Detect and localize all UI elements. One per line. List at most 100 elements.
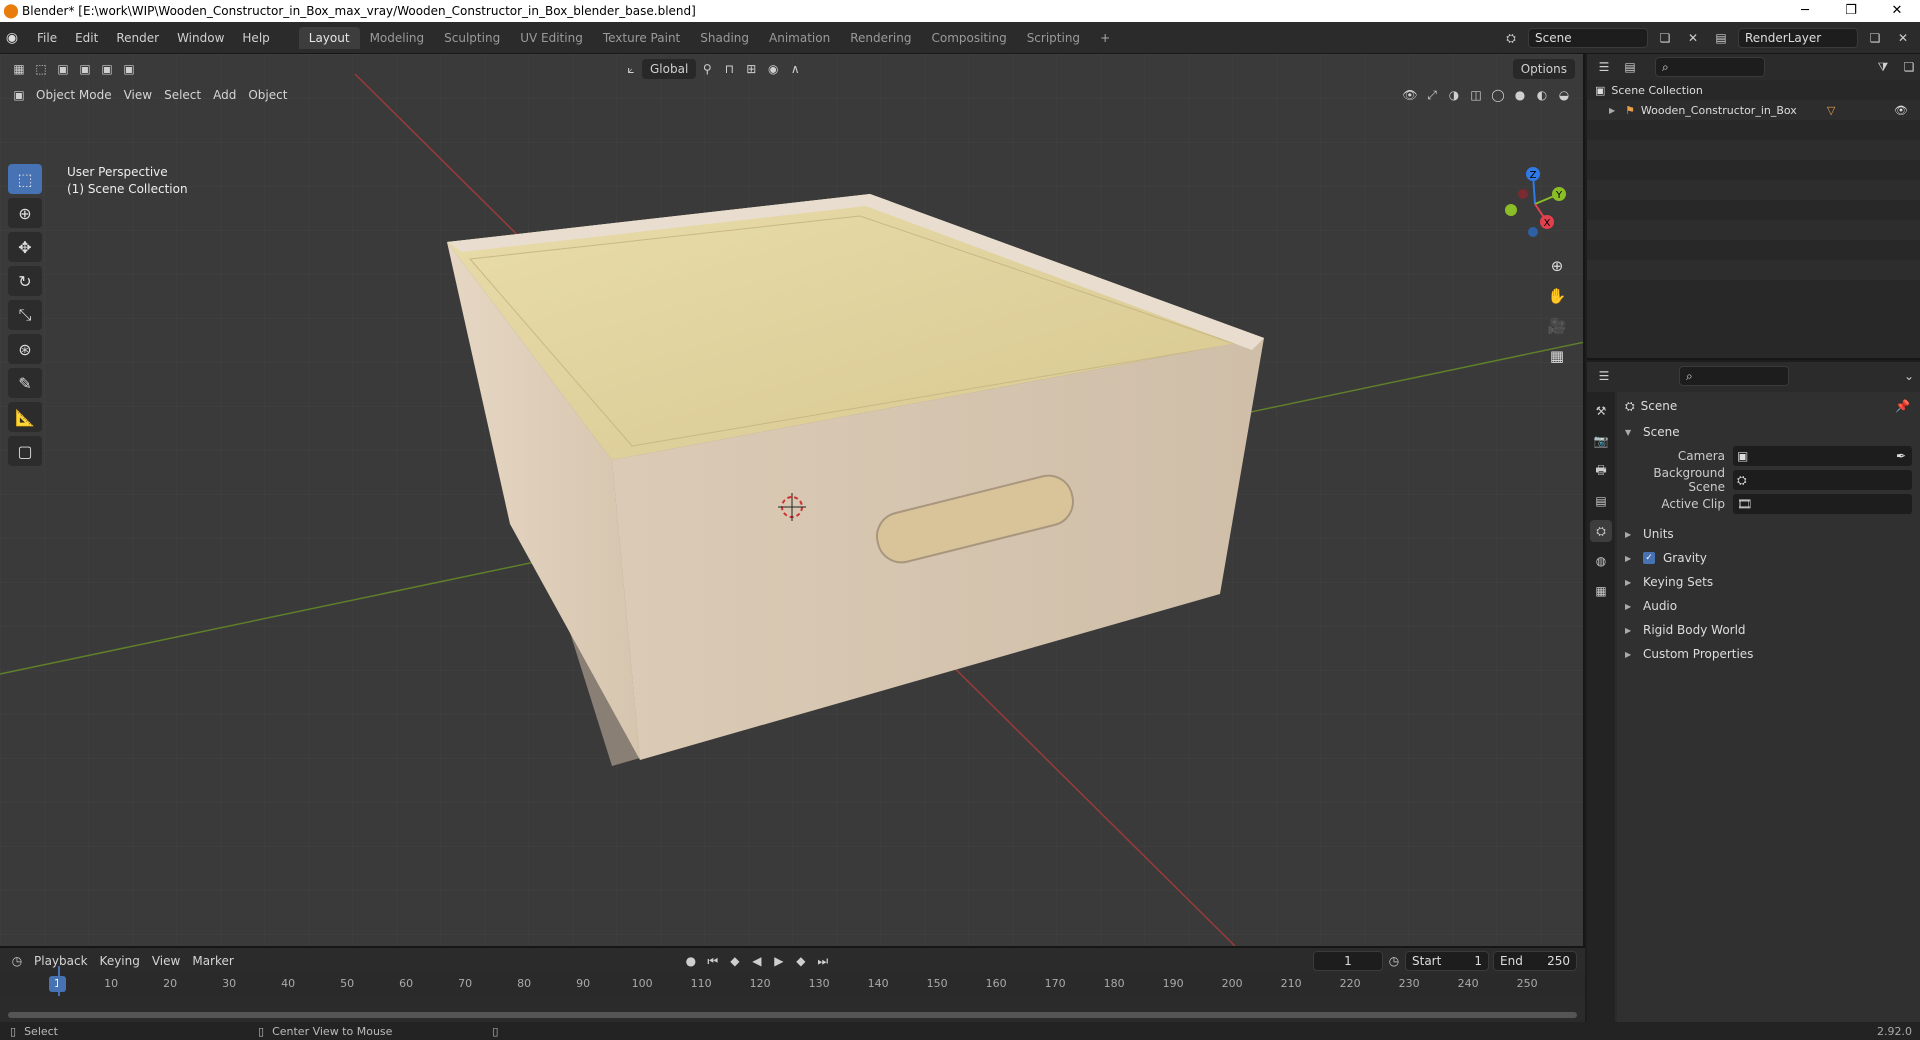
scene-icon[interactable]: ⛭	[1500, 28, 1522, 48]
tab-uv-editing[interactable]: UV Editing	[510, 27, 593, 49]
visibility-icon[interactable]: 👁	[1399, 85, 1421, 105]
viewport-menu-add[interactable]: Add	[207, 85, 242, 105]
editor-type-icon[interactable]: ▦	[8, 59, 30, 79]
outliner-item-row[interactable]: ▶ ⚑ Wooden_Constructor_in_Box ▽ 👁	[1587, 100, 1920, 120]
record-icon[interactable]: ●	[680, 951, 702, 971]
expand-arrow-icon[interactable]: ▶	[1609, 106, 1619, 115]
blender-menu-icon[interactable]: ◉	[0, 26, 24, 50]
transform-tool-icon[interactable]: ⊛	[8, 334, 42, 364]
new-view-layer-icon[interactable]: ❏	[1864, 28, 1886, 48]
expand-arrow-icon[interactable]: ▶	[1625, 554, 1635, 563]
output-tab-icon[interactable]: 🖶	[1590, 460, 1612, 482]
start-frame-field[interactable]: Start 1	[1405, 951, 1489, 971]
scale-tool-icon[interactable]: ⤡	[8, 300, 42, 330]
tab-scripting[interactable]: Scripting	[1017, 27, 1090, 49]
play-icon[interactable]: ▶	[768, 951, 790, 971]
select-box-subtract-icon[interactable]: ▣	[96, 59, 118, 79]
pin-icon[interactable]: 📌	[1895, 399, 1910, 413]
viewport-menu-view[interactable]: View	[118, 85, 158, 105]
filter-icon[interactable]: ⧩	[1872, 57, 1894, 77]
properties-editor-type-icon[interactable]: ☰	[1593, 366, 1615, 386]
panel-keying-sets[interactable]: ▶ Keying Sets	[1617, 570, 1920, 594]
panel-audio[interactable]: ▶ Audio	[1617, 594, 1920, 618]
properties-editor[interactable]: ☰ ⌕ ⌄ ⚒ 📷 🖶 ▤ ⛭ ◍ ▦ ⛭ Scene 📌 ▼ Scene Ca…	[1587, 362, 1920, 1022]
add-workspace-button[interactable]: +	[1090, 27, 1120, 49]
select-box-invert-icon[interactable]: ▣	[118, 59, 140, 79]
timeline-menu-marker[interactable]: Marker	[186, 951, 239, 971]
material-shading-icon[interactable]: ◐	[1531, 85, 1553, 105]
timeline-ruler[interactable]: 1 10203040506070809010011012013014015016…	[0, 974, 1585, 996]
annotate-tool-icon[interactable]: ✎	[8, 368, 42, 398]
gravity-checkbox[interactable]: ✓	[1643, 552, 1655, 564]
navigation-gizmo[interactable]: Z Y X ⊕ ✋ 🎥 ▦	[1473, 164, 1583, 365]
add-cube-tool-icon[interactable]: ▢	[8, 436, 42, 466]
select-box-extend-icon[interactable]: ▣	[74, 59, 96, 79]
select-box-tool-icon[interactable]: ⬚	[8, 164, 42, 194]
proportional-edit-icon[interactable]: ◉	[762, 59, 784, 79]
tab-texture-paint[interactable]: Texture Paint	[593, 27, 690, 49]
zoom-icon[interactable]: ⊕	[1543, 252, 1571, 280]
transform-orientation-dropdown[interactable]: Global	[642, 59, 697, 79]
outliner-search-input[interactable]: ⌕	[1655, 57, 1765, 77]
gizmo-toggle-icon[interactable]: ⤢	[1421, 85, 1443, 105]
tab-compositing[interactable]: Compositing	[921, 27, 1016, 49]
eyedropper-icon[interactable]: ✒	[1896, 449, 1906, 463]
overlay-toggle-icon[interactable]: ◑	[1443, 85, 1465, 105]
collapse-arrow-icon[interactable]: ▼	[1625, 428, 1635, 437]
tab-modeling[interactable]: Modeling	[360, 27, 435, 49]
tab-layout[interactable]: Layout	[298, 26, 360, 49]
camera-view-icon[interactable]: 🎥	[1543, 312, 1571, 340]
outliner-editor-type-icon[interactable]: ☰	[1593, 57, 1615, 77]
expand-arrow-icon[interactable]: ▶	[1625, 530, 1635, 539]
scene-tab-icon[interactable]: ⛭	[1590, 520, 1612, 542]
clock-icon[interactable]: ◷	[1383, 951, 1405, 971]
pivot-point-icon[interactable]: ⚲	[696, 59, 718, 79]
background-scene-field[interactable]: ⛭	[1733, 470, 1912, 490]
cursor-tool-icon[interactable]: ⊕	[8, 198, 42, 228]
menu-window[interactable]: Window	[168, 27, 233, 49]
render-tab-icon[interactable]: 📷	[1590, 430, 1612, 452]
pan-hand-icon[interactable]: ✋	[1543, 282, 1571, 310]
tab-rendering[interactable]: Rendering	[840, 27, 921, 49]
viewport-scene[interactable]	[0, 54, 1585, 946]
move-tool-icon[interactable]: ✥	[8, 232, 42, 262]
viewport-menu-object[interactable]: Object	[242, 85, 293, 105]
play-reverse-icon[interactable]: ◀	[746, 951, 768, 971]
expand-arrow-icon[interactable]: ▶	[1625, 578, 1635, 587]
view-layer-icon[interactable]: ▤	[1710, 28, 1732, 48]
jump-start-icon[interactable]: ⏮	[702, 951, 724, 971]
panel-rigid-body-world[interactable]: ▶ Rigid Body World	[1617, 618, 1920, 642]
tab-shading[interactable]: Shading	[690, 27, 759, 49]
outliner-root-row[interactable]: ▣ Scene Collection	[1587, 80, 1920, 100]
close-button[interactable]: ✕	[1874, 0, 1920, 22]
timeline-menu-keying[interactable]: Keying	[94, 951, 146, 971]
tool-tab-icon[interactable]: ⚒	[1590, 400, 1612, 422]
timeline-editor[interactable]: ◷ Playback Keying View Marker ● ⏮ ◆ ◀ ▶ …	[0, 946, 1585, 1022]
properties-search-input[interactable]: ⌕	[1679, 366, 1789, 386]
new-collection-icon[interactable]: ❏	[1898, 57, 1920, 77]
falloff-icon[interactable]: ∧	[784, 59, 806, 79]
xray-toggle-icon[interactable]: ◫	[1465, 85, 1487, 105]
menu-edit[interactable]: Edit	[66, 27, 107, 49]
snap-icon[interactable]: ⊓	[718, 59, 740, 79]
panel-gravity[interactable]: ▶ ✓ Gravity	[1617, 546, 1920, 570]
camera-field[interactable]: ▣ ✒	[1733, 446, 1912, 466]
ortho-toggle-icon[interactable]: ▦	[1543, 342, 1571, 370]
outliner[interactable]: ☰ ▤ ⌕ ⧩ ❏ ▣ Scene Collection ▶ ⚑ Wooden_…	[1587, 54, 1920, 360]
viewport-menu-select[interactable]: Select	[158, 85, 207, 105]
rotate-tool-icon[interactable]: ↻	[8, 266, 42, 296]
current-frame-field[interactable]: 1	[1313, 951, 1383, 971]
select-mode-icon[interactable]: ⬚	[30, 59, 52, 79]
prev-keyframe-icon[interactable]: ◆	[724, 951, 746, 971]
wireframe-shading-icon[interactable]: ◯	[1487, 85, 1509, 105]
select-box-new-icon[interactable]: ▣	[52, 59, 74, 79]
axis-gizmo[interactable]: Z Y X	[1473, 164, 1583, 244]
next-keyframe-icon[interactable]: ◆	[790, 951, 812, 971]
panel-custom-properties[interactable]: ▶ Custom Properties	[1617, 642, 1920, 666]
maximize-button[interactable]: ❐	[1828, 0, 1874, 22]
measure-tool-icon[interactable]: 📐	[8, 402, 42, 432]
rendered-shading-icon[interactable]: ◒	[1553, 85, 1575, 105]
view-layer-field[interactable]: RenderLayer	[1738, 28, 1858, 48]
scene-name-field[interactable]: Scene	[1528, 28, 1648, 48]
delete-view-layer-icon[interactable]: ✕	[1892, 28, 1914, 48]
